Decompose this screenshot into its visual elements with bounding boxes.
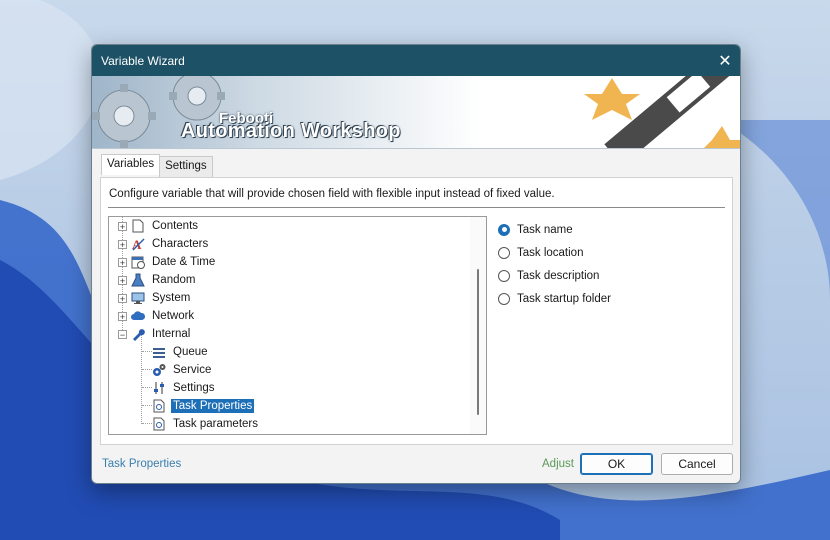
flask-icon: [131, 273, 145, 287]
tree-item-label: Settings: [173, 382, 215, 394]
adjust-link[interactable]: Adjust: [542, 458, 574, 470]
tree-item-date-time[interactable]: + Date & Time: [118, 253, 217, 271]
variables-panel: Configure variable that will provide cho…: [100, 177, 733, 445]
cancel-button[interactable]: Cancel: [661, 453, 733, 475]
close-icon[interactable]: ✕: [710, 45, 740, 76]
expand-icon[interactable]: +: [118, 311, 127, 321]
characters-icon: A: [131, 237, 145, 251]
field-options: Task name Task location Task description…: [498, 218, 611, 310]
option-task-description[interactable]: Task description: [498, 264, 611, 287]
variable-tree[interactable]: + Contents + A Characters + Date & Time …: [108, 216, 487, 435]
expand-icon[interactable]: +: [118, 293, 127, 303]
option-label: Task description: [517, 269, 600, 282]
sliders-icon: [152, 381, 166, 395]
tree-connector: [142, 405, 152, 406]
panel-description: Configure variable that will provide cho…: [109, 188, 555, 200]
tree-connector: [141, 334, 142, 424]
tab-settings[interactable]: Settings: [159, 156, 213, 177]
expand-icon[interactable]: +: [118, 257, 127, 267]
help-link[interactable]: Task Properties: [102, 458, 181, 470]
tree-item-queue[interactable]: Queue: [152, 343, 210, 361]
tree-connector: [142, 423, 152, 424]
tree-item-label: Random: [152, 274, 196, 286]
radio-button[interactable]: [498, 269, 510, 282]
queue-icon: [152, 345, 166, 359]
tree-item-task-parameters[interactable]: Task parameters: [152, 415, 260, 433]
radio-button[interactable]: [498, 292, 510, 305]
tab-strip: Variables Settings: [101, 154, 213, 177]
tree-item-task-properties[interactable]: Task Properties: [152, 397, 255, 415]
option-label: Task name: [517, 223, 573, 236]
option-task-startup-folder[interactable]: Task startup folder: [498, 287, 611, 310]
banner-brand-title: Automation Workshop: [181, 120, 401, 142]
tree-connector: [142, 387, 152, 388]
tree-item-label: Internal: [152, 328, 191, 340]
monitor-icon: [131, 291, 145, 305]
tree-item-label: Characters: [152, 238, 209, 250]
window-title: Variable Wizard: [101, 53, 185, 68]
option-label: Task startup folder: [517, 292, 611, 305]
tree-item-label: Contents: [152, 220, 199, 232]
variable-wizard-dialog: Variable Wizard ✕ Febooti Automation Wor…: [91, 44, 741, 484]
radio-button[interactable]: [498, 246, 510, 259]
expand-icon[interactable]: +: [118, 275, 127, 285]
tree-item-label: Task parameters: [173, 418, 259, 430]
expand-icon[interactable]: +: [118, 239, 127, 249]
expand-icon[interactable]: +: [118, 221, 127, 231]
tree-item-contents[interactable]: + Contents: [118, 217, 200, 235]
tree-item-network[interactable]: + Network: [118, 307, 196, 325]
tree-item-label: Network: [152, 310, 195, 322]
tree-item-service[interactable]: Service: [152, 361, 213, 379]
document-icon: [131, 219, 145, 233]
tree-item-label: System: [152, 292, 191, 304]
tree-item-label: Queue: [173, 346, 208, 358]
tree-item-label: Task Properties: [171, 399, 255, 413]
task-doc-icon: [152, 417, 166, 431]
ok-button[interactable]: OK: [580, 453, 653, 475]
wrench-icon: [131, 327, 145, 341]
tree-connector: [142, 351, 152, 352]
tree-connector: [142, 369, 152, 370]
tree-scrollbar[interactable]: [470, 217, 486, 434]
tree-item-characters[interactable]: + A Characters: [118, 235, 210, 253]
gears-icon: [152, 363, 166, 377]
tree-item-system[interactable]: + System: [118, 289, 192, 307]
scrollbar-thumb[interactable]: [477, 269, 479, 415]
tree-item-label: Date & Time: [152, 256, 216, 268]
calendar-icon: [131, 255, 145, 269]
collapse-icon[interactable]: −: [118, 329, 127, 339]
option-task-name[interactable]: Task name: [498, 218, 611, 241]
tab-variables[interactable]: Variables: [101, 154, 161, 175]
tree-item-random[interactable]: + Random: [118, 271, 197, 289]
task-doc-icon: [152, 399, 166, 413]
tree-item-label: Service: [173, 364, 212, 376]
divider: [108, 207, 725, 208]
radio-button[interactable]: [498, 223, 510, 236]
cloud-icon: [131, 309, 145, 323]
tree-item-settings[interactable]: Settings: [152, 379, 217, 397]
option-label: Task location: [517, 246, 584, 259]
title-bar: Variable Wizard ✕: [92, 45, 740, 76]
tree-item-internal[interactable]: − Internal: [118, 325, 192, 343]
product-banner: Febooti Automation Workshop: [92, 76, 740, 149]
option-task-location[interactable]: Task location: [498, 241, 611, 264]
